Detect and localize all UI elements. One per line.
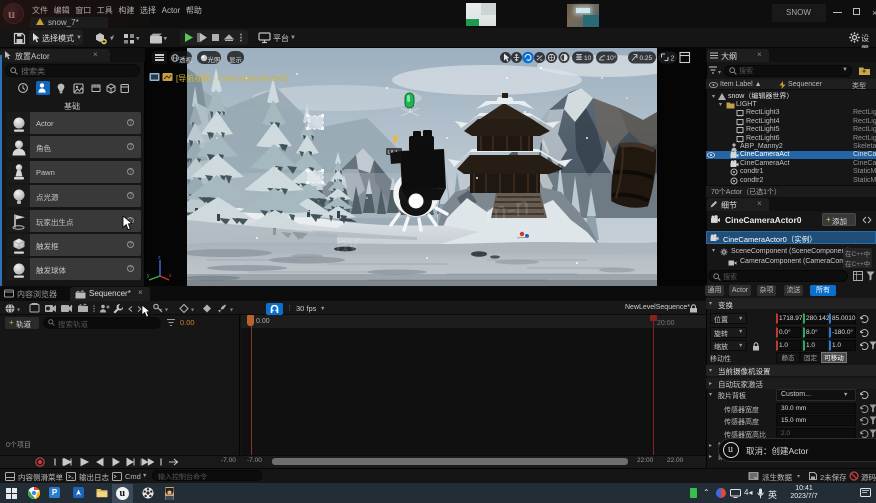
svg-text:▾: ▾ <box>136 36 140 43</box>
svg-text:▾: ▾ <box>718 70 721 75</box>
svg-text:y: y <box>147 273 150 279</box>
svg-text:▾: ▾ <box>17 308 20 314</box>
svg-text:▾: ▾ <box>164 36 168 43</box>
svg-text:10°: 10° <box>607 54 617 62</box>
svg-text:+: + <box>862 69 866 76</box>
svg-text:▾: ▾ <box>165 308 168 314</box>
svg-text:x: x <box>169 273 172 279</box>
svg-text:▾: ▾ <box>230 308 233 314</box>
svg-text:2: 2 <box>671 56 675 63</box>
svg-text:10: 10 <box>584 55 592 62</box>
svg-text:▾: ▾ <box>110 36 114 43</box>
svg-text:▾: ▾ <box>191 308 194 314</box>
svg-text:+: + <box>70 304 73 310</box>
svg-text:0.25: 0.25 <box>640 55 653 62</box>
